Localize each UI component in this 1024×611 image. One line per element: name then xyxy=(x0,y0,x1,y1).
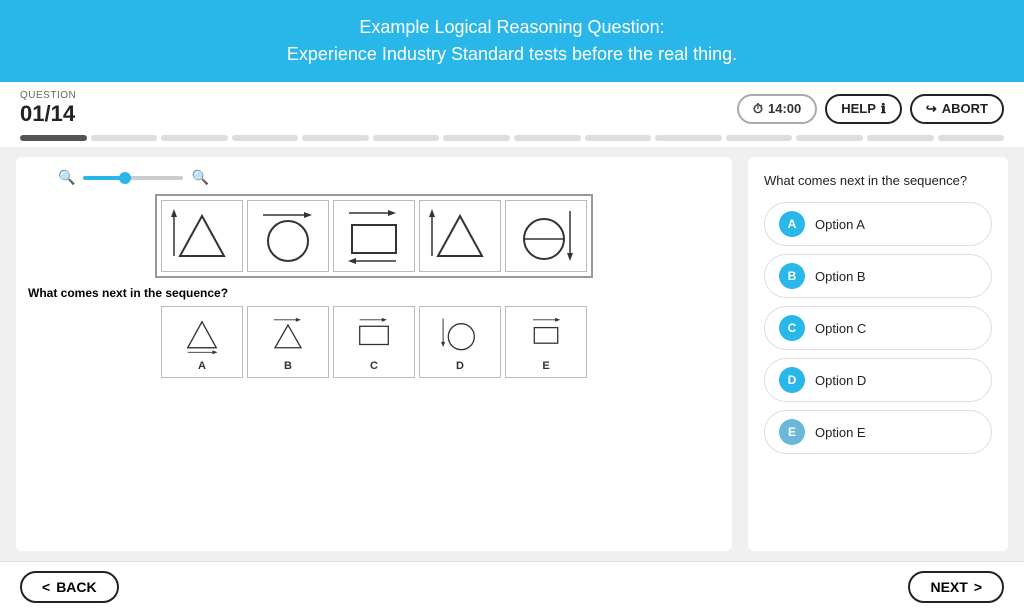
progress-segment-3 xyxy=(161,135,228,141)
seq-cell-4 xyxy=(419,200,501,272)
right-question: What comes next in the sequence? xyxy=(764,173,992,188)
help-button[interactable]: HELP ℹ xyxy=(825,94,902,124)
answer-row-question: What comes next in the sequence? xyxy=(28,286,228,300)
seq-cell-2 xyxy=(247,200,329,272)
progress-segment-4 xyxy=(232,135,299,141)
option-d-label: Option D xyxy=(815,373,866,388)
header: Example Logical Reasoning Question: Expe… xyxy=(0,0,1024,82)
option-d-button[interactable]: D Option D xyxy=(764,358,992,402)
opt-cell-c[interactable]: C xyxy=(333,306,415,378)
progress-segment-14 xyxy=(938,135,1005,141)
option-b-button[interactable]: B Option B xyxy=(764,254,992,298)
question-bar: QUESTION 01/14 ⏱ 14:00 HELP ℹ ↪ ABORT xyxy=(0,82,1024,131)
sequence-row xyxy=(155,194,593,278)
option-a-button[interactable]: A Option A xyxy=(764,202,992,246)
progress-segment-5 xyxy=(302,135,369,141)
progress-segment-10 xyxy=(655,135,722,141)
abort-label: ABORT xyxy=(942,101,988,116)
main-content: 🔍 🔍 xyxy=(0,147,1024,561)
opt-cell-d[interactable]: D xyxy=(419,306,501,378)
option-b-label: Option B xyxy=(815,269,866,284)
opt-d-label: D xyxy=(456,360,464,372)
opt-c-label: C xyxy=(370,360,378,372)
option-e-button[interactable]: E Option E xyxy=(764,410,992,454)
question-controls: ⏱ 14:00 HELP ℹ ↪ ABORT xyxy=(737,94,1004,124)
zoom-control: 🔍 🔍 xyxy=(58,169,209,186)
progress-segment-9 xyxy=(585,135,652,141)
timer-value: 14:00 xyxy=(768,101,801,116)
option-b-circle: B xyxy=(779,263,805,289)
zoom-out-icon[interactable]: 🔍 xyxy=(58,169,75,186)
timer-icon: ⏱ xyxy=(753,101,763,117)
option-a-label: Option A xyxy=(815,217,865,232)
option-c-label: Option C xyxy=(815,321,866,336)
progress-segment-12 xyxy=(796,135,863,141)
opt-cell-a[interactable]: A xyxy=(161,306,243,378)
opt-b-label: B xyxy=(284,360,292,372)
seq-cell-5 xyxy=(505,200,587,272)
option-a-circle: A xyxy=(779,211,805,237)
option-c-circle: C xyxy=(779,315,805,341)
opt-a-label: A xyxy=(198,360,206,372)
help-label: HELP xyxy=(841,101,876,116)
back-label: BACK xyxy=(56,579,96,595)
question-label: QUESTION xyxy=(20,90,76,101)
progress-segment-1 xyxy=(20,135,87,141)
header-line2: Experience Industry Standard tests befor… xyxy=(287,44,737,64)
progress-segment-11 xyxy=(726,135,793,141)
header-line1: Example Logical Reasoning Question: xyxy=(359,17,664,37)
progress-segment-2 xyxy=(91,135,158,141)
seq-cell-3 xyxy=(333,200,415,272)
zoom-slider[interactable] xyxy=(83,176,183,180)
timer-button[interactable]: ⏱ 14:00 xyxy=(737,94,817,124)
next-button[interactable]: NEXT > xyxy=(908,571,1004,603)
opt-cell-e[interactable]: E xyxy=(505,306,587,378)
option-e-label: Option E xyxy=(815,425,866,440)
back-arrow-icon: < xyxy=(42,579,50,595)
option-d-circle: D xyxy=(779,367,805,393)
bottom-nav: < BACK NEXT > xyxy=(0,561,1024,611)
left-panel: 🔍 🔍 xyxy=(16,157,732,551)
option-c-button[interactable]: C Option C xyxy=(764,306,992,350)
right-panel: What comes next in the sequence? A Optio… xyxy=(748,157,1008,551)
question-number: 01/14 xyxy=(20,101,76,127)
opt-cell-b[interactable]: B xyxy=(247,306,329,378)
opt-e-label: E xyxy=(542,360,549,372)
progress-segment-6 xyxy=(373,135,440,141)
option-e-circle: E xyxy=(779,419,805,445)
progress-segment-8 xyxy=(514,135,581,141)
progress-segment-7 xyxy=(443,135,510,141)
progress-segment-13 xyxy=(867,135,934,141)
zoom-thumb xyxy=(119,172,131,184)
next-label: NEXT xyxy=(930,579,967,595)
question-number-section: QUESTION 01/14 xyxy=(20,90,76,127)
abort-icon: ↪ xyxy=(926,101,937,117)
progress-bar xyxy=(0,131,1024,147)
zoom-in-icon[interactable]: 🔍 xyxy=(191,169,208,186)
help-icon: ℹ xyxy=(881,101,886,117)
options-row: A B xyxy=(161,306,587,378)
back-button[interactable]: < BACK xyxy=(20,571,119,603)
seq-cell-1 xyxy=(161,200,243,272)
header-title: Example Logical Reasoning Question: Expe… xyxy=(20,14,1004,68)
next-arrow-icon: > xyxy=(974,579,982,595)
abort-button[interactable]: ↪ ABORT xyxy=(910,94,1004,124)
